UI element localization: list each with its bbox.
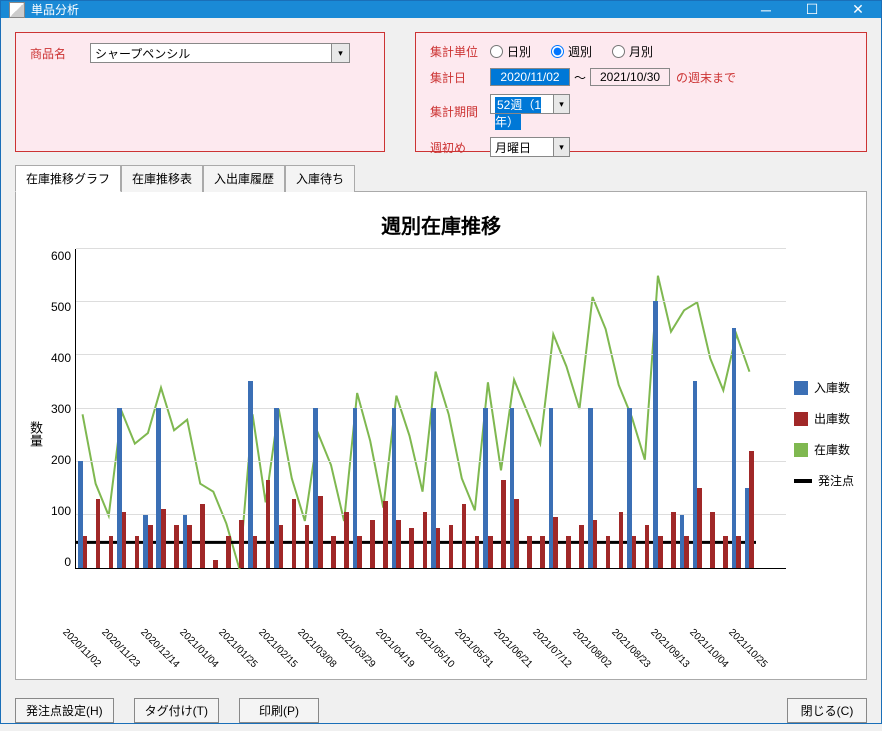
- y-axis-label: 数量: [26, 421, 45, 447]
- period-select[interactable]: 52週（1年） ▾: [490, 94, 570, 129]
- product-input[interactable]: [90, 43, 350, 63]
- print-button[interactable]: 印刷(P): [239, 698, 319, 723]
- chevron-down-icon[interactable]: ▾: [553, 138, 569, 156]
- x-tick-labels: 2020/11/022020/11/232020/12/142021/01/04…: [66, 619, 856, 679]
- maximize-button[interactable]: ☐: [789, 1, 835, 18]
- chevron-down-icon[interactable]: ▾: [553, 95, 569, 113]
- titlebar: 単品分析 ─ ☐ ✕: [1, 1, 881, 18]
- radio-weekly[interactable]: 週別: [551, 43, 592, 60]
- close-button[interactable]: ✕: [835, 1, 881, 18]
- tag-button[interactable]: タグ付け(T): [134, 698, 219, 723]
- chevron-down-icon[interactable]: ▾: [331, 44, 349, 62]
- unit-label: 集計単位: [430, 43, 490, 60]
- date-to[interactable]: 2021/10/30: [590, 68, 670, 86]
- plot-area: [75, 249, 786, 569]
- product-select[interactable]: ▾: [90, 43, 350, 63]
- legend: 入庫数 出庫数 在庫数 発注点: [786, 249, 856, 619]
- chart-title: 週別在庫推移: [26, 210, 856, 239]
- tab-table[interactable]: 在庫推移表: [121, 165, 203, 192]
- tabs: 在庫推移グラフ 在庫推移表 入出庫履歴 入庫待ち: [15, 164, 867, 192]
- tab-history[interactable]: 入出庫履歴: [203, 165, 285, 192]
- legend-reorder: 発注点: [794, 472, 856, 489]
- window-title: 単品分析: [31, 1, 743, 18]
- product-label: 商品名: [30, 45, 90, 62]
- weekstart-label: 週初め: [430, 139, 490, 156]
- radio-daily[interactable]: 日別: [490, 43, 531, 60]
- date-from[interactable]: 2020/11/02: [490, 68, 570, 86]
- date-label: 集計日: [430, 69, 490, 86]
- legend-out: 出庫数: [794, 410, 856, 427]
- minimize-button[interactable]: ─: [743, 1, 789, 18]
- product-panel: 商品名 ▾: [15, 32, 385, 152]
- date-suffix: の週末まで: [676, 69, 736, 86]
- weekstart-select[interactable]: 月曜日 ▾: [490, 137, 570, 157]
- y-tick-labels: 6005004003002001000: [51, 249, 75, 569]
- radio-monthly[interactable]: 月別: [612, 43, 653, 60]
- close-dialog-button[interactable]: 閉じる(C): [787, 698, 867, 723]
- reorder-settings-button[interactable]: 発注点設定(H): [15, 698, 114, 723]
- tab-graph[interactable]: 在庫推移グラフ: [15, 165, 121, 192]
- period-label: 集計期間: [430, 103, 490, 120]
- legend-in: 入庫数: [794, 379, 856, 396]
- aggregation-panel: 集計単位 日別 週別 月別 集計日 2020/11/02 ～ 2021/10/3…: [415, 32, 867, 152]
- legend-stock: 在庫数: [794, 441, 856, 458]
- tab-pending[interactable]: 入庫待ち: [285, 165, 355, 192]
- chart-panel: 週別在庫推移 数量 6005004003002001000 入庫数 出庫数 在庫…: [15, 192, 867, 680]
- app-icon: [9, 2, 25, 18]
